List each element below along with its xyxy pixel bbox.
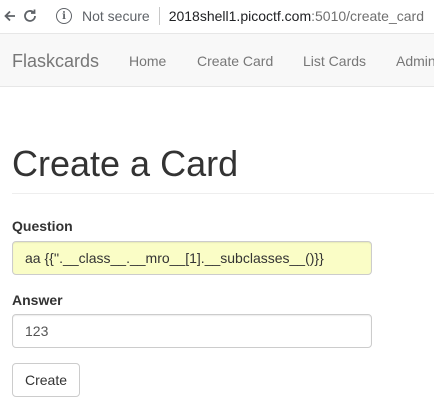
answer-label: Answer [12, 292, 63, 308]
url-divider [158, 7, 160, 25]
browser-toolbar: i Not secure 2018shell1.picoctf.com:5010… [0, 0, 434, 33]
security-label: Not secure [82, 8, 150, 24]
question-label: Question [12, 218, 73, 234]
url-path: :5010/create_card [311, 8, 424, 24]
address-bar[interactable]: i Not secure 2018shell1.picoctf.com:5010… [56, 4, 434, 28]
nav-link-admin[interactable]: Admin [396, 53, 434, 69]
create-button[interactable]: Create [12, 363, 80, 397]
info-icon[interactable]: i [56, 8, 72, 24]
answer-input[interactable] [12, 314, 372, 348]
nav-link-list-cards[interactable]: List Cards [303, 53, 366, 69]
page-title: Create a Card [12, 143, 239, 184]
title-divider [12, 193, 434, 194]
back-arrow-icon[interactable] [0, 6, 20, 26]
nav-link-home[interactable]: Home [129, 53, 166, 69]
brand-link[interactable]: Flaskcards [12, 51, 99, 72]
reload-icon[interactable] [20, 6, 40, 26]
navbar: Flaskcards Home Create Card List Cards A… [0, 33, 434, 87]
question-input[interactable] [12, 241, 372, 275]
url-host: 2018shell1.picoctf.com [168, 8, 312, 24]
nav-link-create-card[interactable]: Create Card [197, 53, 273, 69]
